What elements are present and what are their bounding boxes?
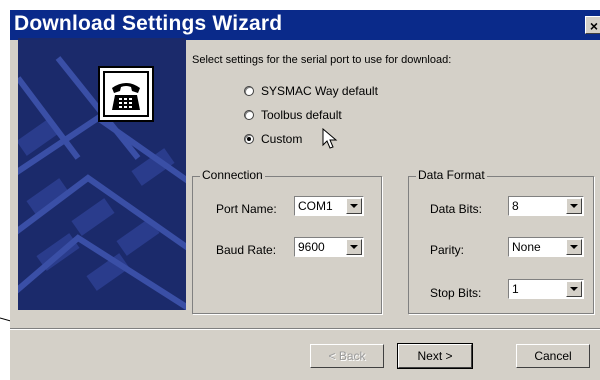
data-bits-label: Data Bits: (430, 202, 483, 216)
baud-rate-select[interactable]: 9600 (294, 237, 364, 257)
parity-label: Parity: (430, 243, 465, 257)
chevron-down-icon[interactable] (566, 239, 582, 255)
radio-sysmac-way[interactable]: SYSMAC Way default (244, 84, 378, 98)
stop-bits-label: Stop Bits: (430, 286, 482, 300)
wizard-side-panel (18, 38, 186, 310)
data-bits-select[interactable]: 8 (508, 196, 584, 216)
radio-button-checked[interactable] (244, 134, 254, 144)
mouse-pointer-icon (322, 128, 338, 149)
chevron-down-icon[interactable] (346, 198, 362, 214)
next-button[interactable]: Next > (397, 343, 473, 369)
connection-legend: Connection (200, 168, 265, 182)
radio-label: Custom (261, 132, 303, 146)
port-name-label: Port Name: (216, 202, 277, 216)
radio-label: Toolbus default (261, 108, 342, 122)
window-title: Download Settings Wizard (14, 12, 283, 35)
stop-bits-value: 1 (512, 282, 519, 296)
chevron-down-icon[interactable] (346, 239, 362, 255)
wizard-prompt: Select settings for the serial port to u… (192, 54, 452, 66)
title-bar: Download Settings Wizard × (10, 10, 600, 40)
parity-select[interactable]: None (508, 237, 584, 257)
radio-label: SYSMAC Way default (261, 84, 378, 98)
radio-button[interactable] (244, 86, 254, 96)
telephone-icon (98, 66, 154, 122)
back-button[interactable]: < Back (310, 344, 384, 368)
chevron-down-icon[interactable] (566, 198, 582, 214)
radio-toolbus[interactable]: Toolbus default (244, 108, 342, 122)
port-name-value: COM1 (298, 199, 333, 213)
baud-rate-label: Baud Rate: (216, 243, 277, 257)
radio-custom[interactable]: Custom (244, 132, 302, 146)
close-button[interactable]: × (585, 16, 600, 34)
chevron-down-icon[interactable] (566, 281, 582, 297)
parity-value: None (512, 240, 541, 254)
radio-button[interactable] (244, 110, 254, 120)
button-divider (10, 328, 600, 330)
cancel-button[interactable]: Cancel (516, 344, 590, 368)
data-format-legend: Data Format (416, 168, 487, 182)
data-bits-value: 8 (512, 199, 519, 213)
port-name-select[interactable]: COM1 (294, 196, 364, 216)
baud-rate-value: 9600 (298, 240, 325, 254)
stop-bits-select[interactable]: 1 (508, 279, 584, 299)
